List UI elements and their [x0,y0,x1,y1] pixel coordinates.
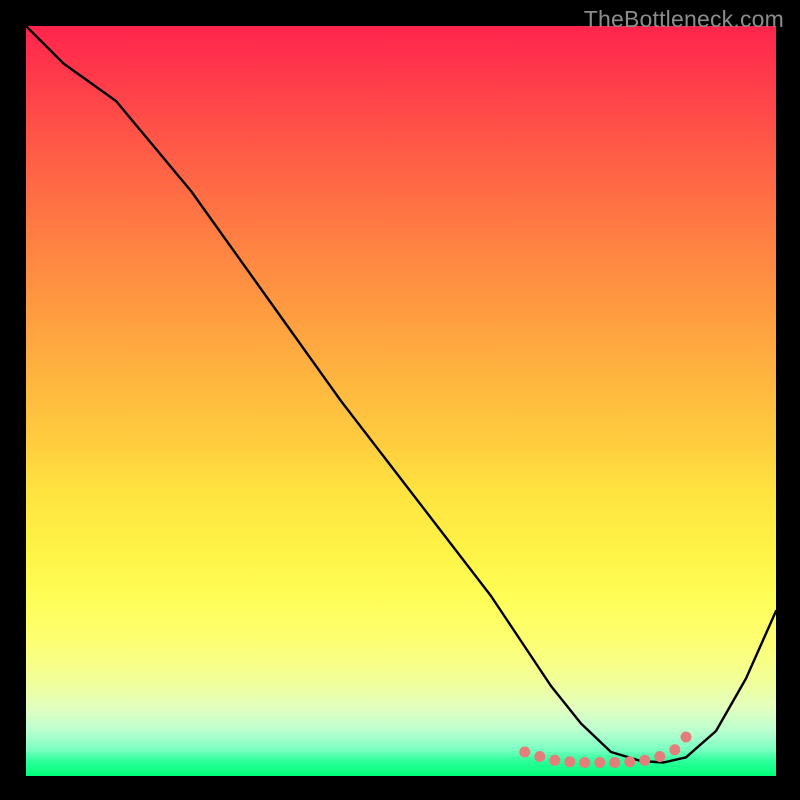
marker-dot [579,757,590,768]
marker-dot [624,756,635,767]
marker-dot [609,757,620,768]
marker-dot [519,747,530,758]
marker-dot [549,755,560,766]
watermark-text: TheBottleneck.com [584,6,784,33]
marker-dot [534,751,545,762]
marker-dot [681,732,692,743]
marker-dot [654,751,665,762]
chart-frame: TheBottleneck.com [0,0,800,800]
chart-svg [26,26,776,776]
plot-area [26,26,776,776]
marker-dot [669,744,680,755]
marker-dot [594,757,605,768]
marker-dot [639,755,650,766]
marker-dot [564,756,575,767]
curve-path [26,26,776,763]
